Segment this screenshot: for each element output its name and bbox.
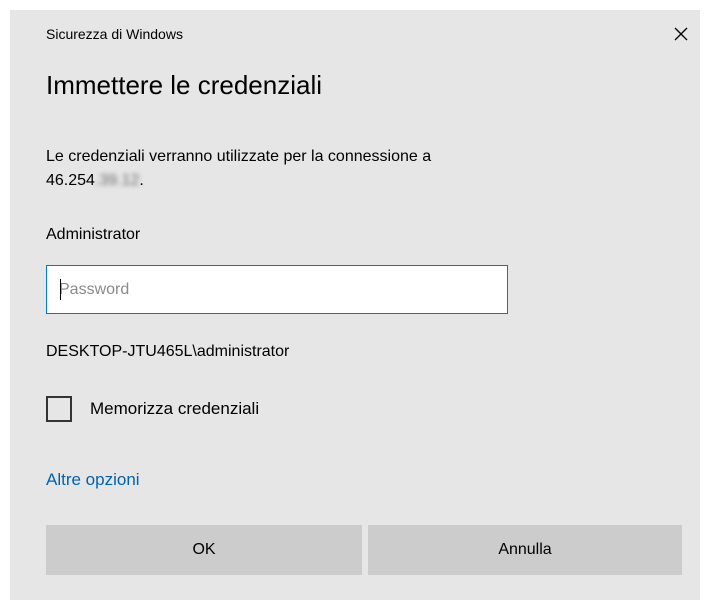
message-text: Le credenziali verranno utilizzate per l… <box>46 148 432 165</box>
password-input[interactable] <box>46 265 508 314</box>
ip-address-suffix: . <box>139 172 144 189</box>
close-icon <box>674 27 688 41</box>
credentials-dialog: Sicurezza di Windows Immettere le creden… <box>10 10 700 600</box>
domain-username: DESKTOP-JTU465L\administrator <box>46 343 290 360</box>
close-button[interactable] <box>666 19 696 49</box>
remember-credentials-row[interactable]: Memorizza credenziali <box>46 396 259 422</box>
username-label: Administrator <box>46 226 141 243</box>
more-options-link[interactable]: Altre opzioni <box>46 470 140 490</box>
remember-credentials-checkbox[interactable] <box>46 396 72 422</box>
ip-address-blurred: .39.12 <box>94 172 140 189</box>
text-caret <box>60 279 61 300</box>
ok-button[interactable]: OK <box>46 525 362 575</box>
ip-address-visible: 46.254 <box>46 172 95 189</box>
remember-credentials-label[interactable]: Memorizza credenziali <box>90 399 259 419</box>
window-title: Sicurezza di Windows <box>46 26 183 42</box>
cancel-button[interactable]: Annulla <box>368 525 682 575</box>
connection-message: Le credenziali verranno utilizzate per l… <box>46 145 646 193</box>
dialog-heading: Immettere le credenziali <box>46 70 322 100</box>
